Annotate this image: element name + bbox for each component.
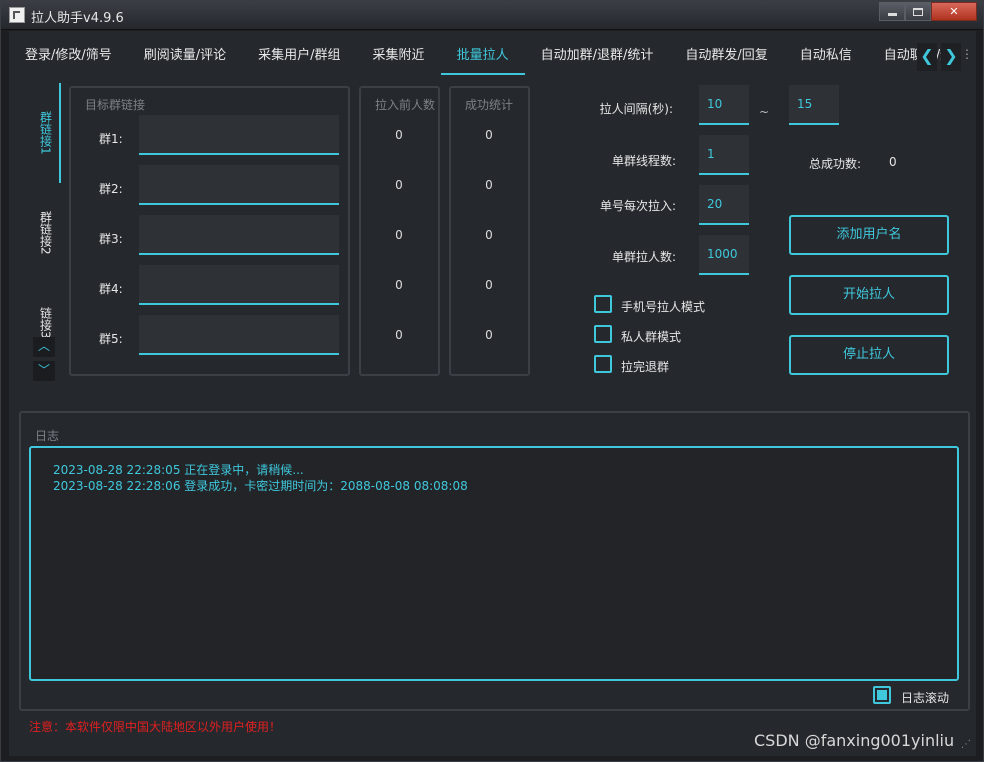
success-count-3: 0 — [485, 228, 493, 242]
close-icon: ✕ — [949, 5, 959, 18]
log-line: 2023-08-28 22:28:05 正在登录中，请稍候... — [53, 463, 304, 477]
success-count-1: 0 — [485, 128, 493, 142]
group5-label: 群5: — [99, 332, 123, 346]
tab-auto-broadcast[interactable]: 自动群发/回复 — [669, 41, 783, 75]
per-account-input[interactable]: 20 — [699, 185, 749, 225]
minimize-button[interactable] — [879, 2, 905, 21]
threads-label: 单群线程数: — [611, 154, 676, 168]
group4-label: 群4: — [99, 282, 123, 296]
success-count-5: 0 — [485, 328, 493, 342]
maximize-icon — [913, 7, 923, 16]
tab-collect-users[interactable]: 采集用户/群组 — [242, 41, 356, 75]
total-success-value: 0 — [889, 155, 897, 169]
maximize-button[interactable] — [905, 2, 931, 21]
chevron-up-icon: ︿ — [37, 339, 50, 353]
before-count-4: 0 — [395, 278, 403, 292]
tab-next-button[interactable]: ❯ — [941, 43, 961, 71]
window-title: 拉人助手v4.9.6 — [31, 11, 124, 26]
success-count-4: 0 — [485, 278, 493, 292]
main-panel: 登录/修改/筛号 刷阅读量/评论 采集用户/群组 采集附近 批量拉人 自动加群/… — [9, 31, 976, 756]
group1-input[interactable] — [139, 115, 339, 155]
stop-button[interactable]: 停止拉人 — [789, 335, 949, 375]
app-icon — [9, 7, 25, 23]
phone-mode-label: 手机号拉人模式 — [621, 300, 706, 314]
before-count-1: 0 — [395, 128, 403, 142]
warning-text: 注意：本软件仅限中国大陆地区以外用户使用！ — [29, 720, 282, 734]
title-bar[interactable]: 拉人助手v4.9.6 ✕ — [1, 1, 983, 30]
total-success-label: 总成功数: — [808, 157, 861, 171]
private-group-checkbox[interactable] — [594, 325, 612, 343]
minimize-icon — [887, 12, 897, 16]
success-count-2: 0 — [485, 178, 493, 192]
interval-max-input[interactable]: 15 — [789, 85, 839, 125]
leave-after-checkbox[interactable] — [594, 355, 612, 373]
log-title: 日志 — [35, 429, 60, 443]
group3-input[interactable] — [139, 215, 339, 255]
before-count-5: 0 — [395, 328, 403, 342]
chevron-down-icon: ﹀ — [37, 363, 50, 377]
tab-auto-join[interactable]: 自动加群/退群/统计 — [525, 41, 670, 75]
chevron-right-icon: ❯ — [944, 46, 958, 65]
interval-min-input[interactable]: 10 — [699, 85, 749, 125]
group5-input[interactable] — [139, 315, 339, 355]
before-count-title: 拉入前人数 — [375, 98, 436, 112]
interval-label: 拉人间隔(秒): — [599, 102, 673, 116]
tab-collect-nearby[interactable]: 采集附近 — [357, 41, 441, 75]
target-groups-title: 目标群链接 — [85, 98, 146, 112]
close-button[interactable]: ✕ — [931, 2, 977, 21]
before-count-3: 0 — [395, 228, 403, 242]
private-group-label: 私人群模式 — [621, 330, 682, 344]
leave-after-label: 拉完退群 — [621, 360, 670, 374]
group1-label: 群1: — [99, 132, 123, 146]
interval-separator: ~ — [759, 105, 770, 119]
per-group-input[interactable]: 1000 — [699, 235, 749, 275]
tab-read-count[interactable]: 刷阅读量/评论 — [128, 41, 242, 75]
side-tab-up-button[interactable]: ︿ — [33, 337, 55, 357]
side-tab-link2[interactable]: 群链接2 — [31, 183, 61, 283]
side-tab-down-button[interactable]: ﹀ — [33, 361, 55, 381]
per-account-label: 单号每次拉入: — [599, 199, 676, 213]
chevron-left-icon: ❮ — [920, 46, 934, 65]
group2-input[interactable] — [139, 165, 339, 205]
window-controls: ✕ — [879, 2, 977, 22]
log-autoscroll-label: 日志滚动 — [901, 691, 950, 705]
tab-prev-button[interactable]: ❮ — [917, 43, 937, 71]
log-output[interactable]: 2023-08-28 22:28:05 正在登录中，请稍候... 2023-08… — [29, 446, 959, 681]
log-line: 2023-08-28 22:28:06 登录成功，卡密过期时间为：2088-08… — [53, 479, 468, 493]
csdn-watermark: CSDN @fanxing001yinliu — [754, 731, 955, 750]
app-window: 拉人助手v4.9.6 ✕ 登录/修改/筛号 刷阅读量/评论 采集用户/群组 采集… — [0, 0, 984, 762]
tab-login[interactable]: 登录/修改/筛号 — [9, 41, 128, 75]
top-tab-bar: 登录/修改/筛号 刷阅读量/评论 采集用户/群组 采集附近 批量拉人 自动加群/… — [9, 41, 969, 75]
group2-label: 群2: — [99, 182, 123, 196]
resize-grip-icon[interactable]: ⋰ — [961, 739, 971, 750]
phone-mode-checkbox[interactable] — [594, 295, 612, 313]
group4-input[interactable] — [139, 265, 339, 305]
per-group-label: 单群拉人数: — [611, 250, 676, 264]
tab-auto-dm[interactable]: 自动私信 — [784, 41, 868, 75]
side-tab-link1[interactable]: 群链接1 — [31, 83, 61, 183]
success-count-title: 成功统计 — [465, 98, 514, 112]
threads-input[interactable]: 1 — [699, 135, 749, 175]
tab-batch-pull[interactable]: 批量拉人 — [440, 41, 525, 75]
start-button[interactable]: 开始拉人 — [789, 275, 949, 315]
before-count-2: 0 — [395, 178, 403, 192]
log-autoscroll-checkbox[interactable] — [873, 686, 891, 704]
tab-more-icon[interactable]: ⋮ — [961, 47, 973, 61]
group3-label: 群3: — [99, 232, 123, 246]
add-username-button[interactable]: 添加用户名 — [789, 215, 949, 255]
